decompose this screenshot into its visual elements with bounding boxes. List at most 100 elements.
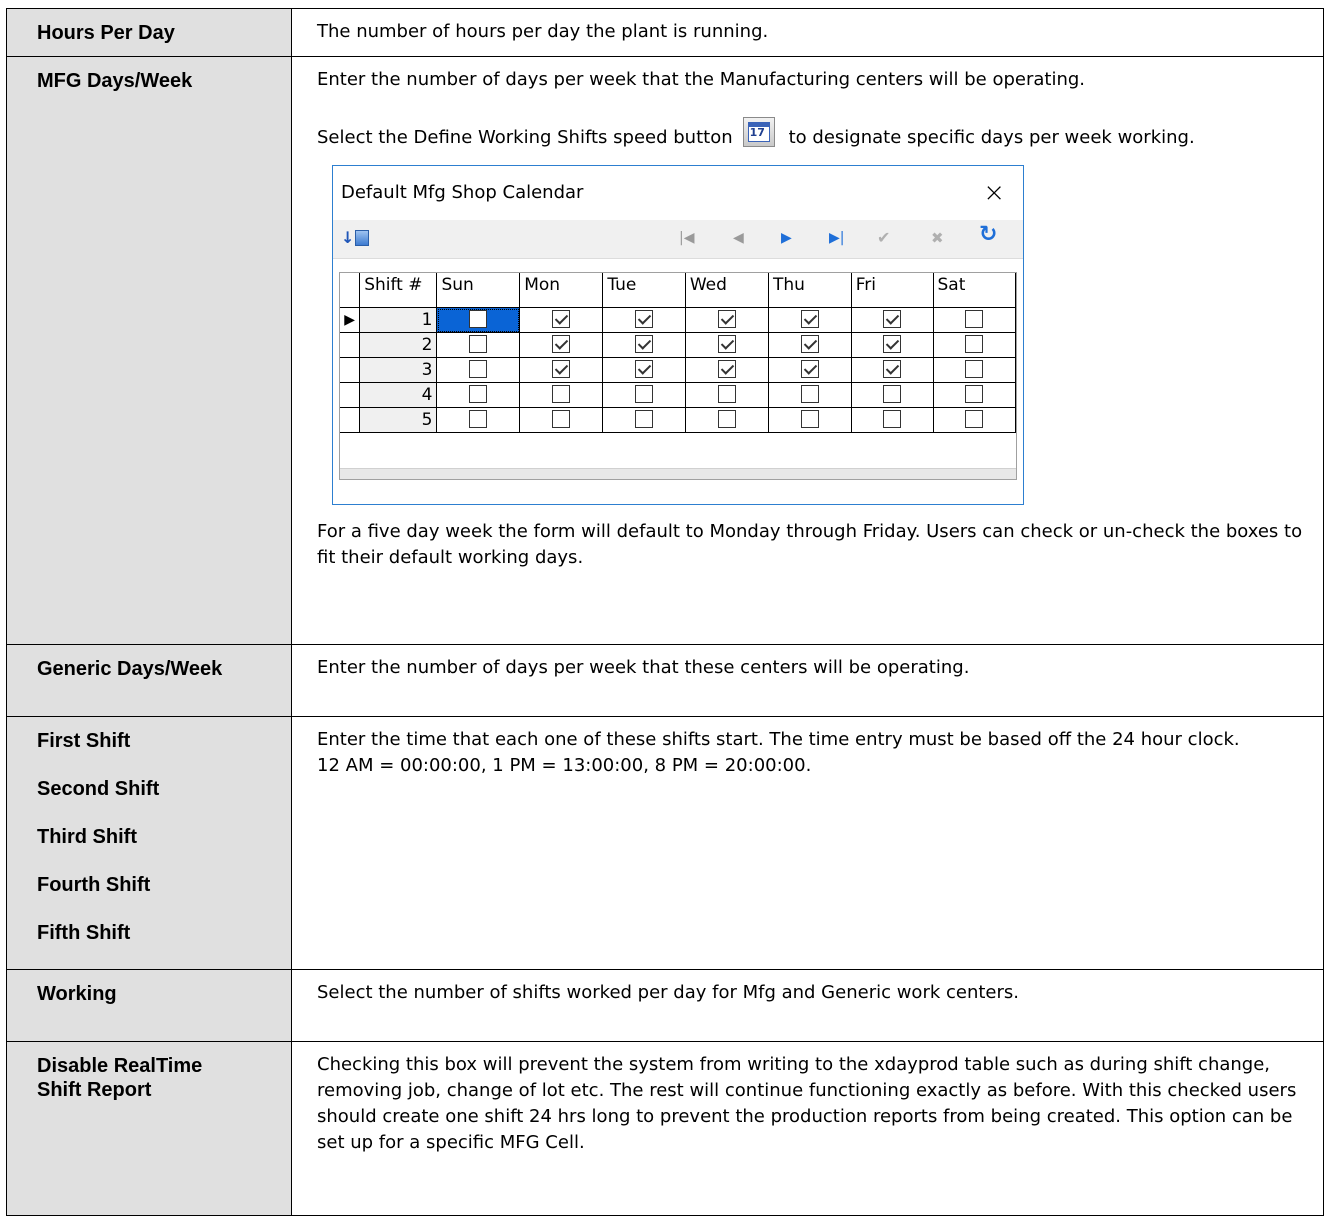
column-header-sat[interactable]: Sat [932, 273, 1016, 308]
checked-checkbox[interactable] [800, 360, 819, 378]
checked-checkbox[interactable] [635, 310, 654, 328]
checked-checkbox[interactable] [635, 335, 654, 353]
day-cell[interactable] [519, 382, 604, 408]
day-cell[interactable] [768, 307, 852, 333]
day-cell[interactable] [602, 357, 686, 383]
shift-row[interactable]: ▶ 1 [340, 307, 1016, 333]
day-cell[interactable] [436, 357, 521, 383]
day-cell[interactable] [519, 357, 604, 383]
day-cell[interactable] [850, 357, 934, 383]
column-header-sun[interactable]: Sun [436, 273, 521, 308]
close-icon[interactable]: × [983, 166, 1005, 220]
shift-row[interactable]: 5 [340, 407, 1016, 433]
label-text: MFG Days/Week [37, 70, 193, 92]
checked-checkbox[interactable] [800, 335, 819, 353]
day-cell[interactable] [684, 307, 770, 333]
day-cell[interactable] [932, 382, 1016, 408]
day-cell[interactable] [684, 407, 770, 433]
last-record-icon[interactable]: ▶| [829, 228, 844, 248]
unchecked-checkbox[interactable] [552, 410, 571, 428]
day-cell[interactable] [436, 382, 521, 408]
cancel-icon[interactable]: ✖ [931, 228, 944, 248]
unchecked-checkbox[interactable] [965, 385, 984, 403]
unchecked-checkbox[interactable] [717, 385, 736, 403]
unchecked-checkbox[interactable] [965, 360, 984, 378]
unchecked-checkbox[interactable] [635, 410, 654, 428]
day-cell[interactable] [436, 407, 521, 433]
day-cell[interactable] [684, 357, 770, 383]
next-record-icon[interactable]: ▶ [781, 228, 792, 248]
checked-checkbox[interactable] [883, 335, 902, 353]
day-cell[interactable] [519, 332, 604, 358]
checked-checkbox[interactable] [883, 360, 902, 378]
day-cell[interactable] [519, 407, 604, 433]
field-label: Working [6, 969, 292, 1042]
checked-checkbox[interactable] [800, 310, 819, 328]
day-cell[interactable] [768, 407, 852, 433]
day-cell[interactable] [850, 382, 934, 408]
day-cell[interactable] [436, 307, 521, 333]
day-cell[interactable] [602, 332, 686, 358]
day-cell[interactable] [602, 382, 686, 408]
checked-checkbox[interactable] [717, 335, 736, 353]
unchecked-checkbox[interactable] [469, 335, 488, 353]
day-cell[interactable] [519, 307, 604, 333]
day-cell[interactable] [684, 382, 770, 408]
checked-checkbox[interactable] [552, 335, 571, 353]
day-cell[interactable] [684, 332, 770, 358]
column-header-thu[interactable]: Thu [768, 273, 852, 308]
prior-record-icon[interactable]: ◀ [733, 228, 744, 248]
unchecked-checkbox[interactable] [965, 310, 984, 328]
unchecked-checkbox[interactable] [717, 410, 736, 428]
post-icon[interactable]: ✔ [877, 228, 890, 248]
first-record-icon[interactable]: |◀ [679, 228, 694, 248]
checked-checkbox[interactable] [717, 310, 736, 328]
unchecked-checkbox[interactable] [469, 410, 488, 428]
column-header-fri[interactable]: Fri [850, 273, 934, 308]
unchecked-checkbox[interactable] [469, 310, 488, 328]
checked-checkbox[interactable] [552, 360, 571, 378]
checked-checkbox[interactable] [883, 310, 902, 328]
dialog-title: Default Mfg Shop Calendar [341, 182, 584, 203]
unchecked-checkbox[interactable] [469, 385, 488, 403]
unchecked-checkbox[interactable] [800, 385, 819, 403]
day-cell[interactable] [850, 332, 934, 358]
day-cell[interactable] [436, 332, 521, 358]
horizontal-scrollbar[interactable] [340, 468, 1016, 479]
day-cell[interactable] [932, 357, 1016, 383]
shift-row[interactable]: 3 [340, 357, 1016, 383]
day-cell[interactable] [602, 407, 686, 433]
day-cell[interactable] [850, 407, 934, 433]
day-cell[interactable] [768, 382, 852, 408]
label-text: Second Shift [37, 778, 160, 800]
sort-icon[interactable]: ↓ [341, 228, 354, 248]
day-cell[interactable] [932, 332, 1016, 358]
unchecked-checkbox[interactable] [965, 410, 984, 428]
day-cell[interactable] [932, 407, 1016, 433]
day-cell[interactable] [768, 332, 852, 358]
shift-row[interactable]: 4 [340, 382, 1016, 408]
checked-checkbox[interactable] [717, 360, 736, 378]
day-cell[interactable] [602, 307, 686, 333]
unchecked-checkbox[interactable] [800, 410, 819, 428]
column-header-wed[interactable]: Wed [684, 273, 770, 308]
checked-checkbox[interactable] [635, 360, 654, 378]
grid-icon[interactable] [355, 230, 369, 246]
description-text: For a five day week the form will defaul… [317, 521, 1303, 568]
unchecked-checkbox[interactable] [965, 335, 984, 353]
unchecked-checkbox[interactable] [469, 360, 488, 378]
column-header-tue[interactable]: Tue [602, 273, 686, 308]
day-cell[interactable] [850, 307, 934, 333]
shop-calendar-dialog: Default Mfg Shop Calendar × ↓ |◀ ◀ ▶ ▶| … [332, 165, 1024, 505]
unchecked-checkbox[interactable] [552, 385, 571, 403]
unchecked-checkbox[interactable] [635, 385, 654, 403]
day-cell[interactable] [768, 357, 852, 383]
refresh-icon[interactable]: ↻ [979, 224, 997, 246]
shift-row[interactable]: 2 [340, 332, 1016, 358]
column-header-shift[interactable]: Shift # [359, 273, 438, 308]
unchecked-checkbox[interactable] [883, 385, 902, 403]
checked-checkbox[interactable] [552, 310, 571, 328]
unchecked-checkbox[interactable] [883, 410, 902, 428]
day-cell[interactable] [932, 307, 1016, 333]
column-header-mon[interactable]: Mon [519, 273, 604, 308]
